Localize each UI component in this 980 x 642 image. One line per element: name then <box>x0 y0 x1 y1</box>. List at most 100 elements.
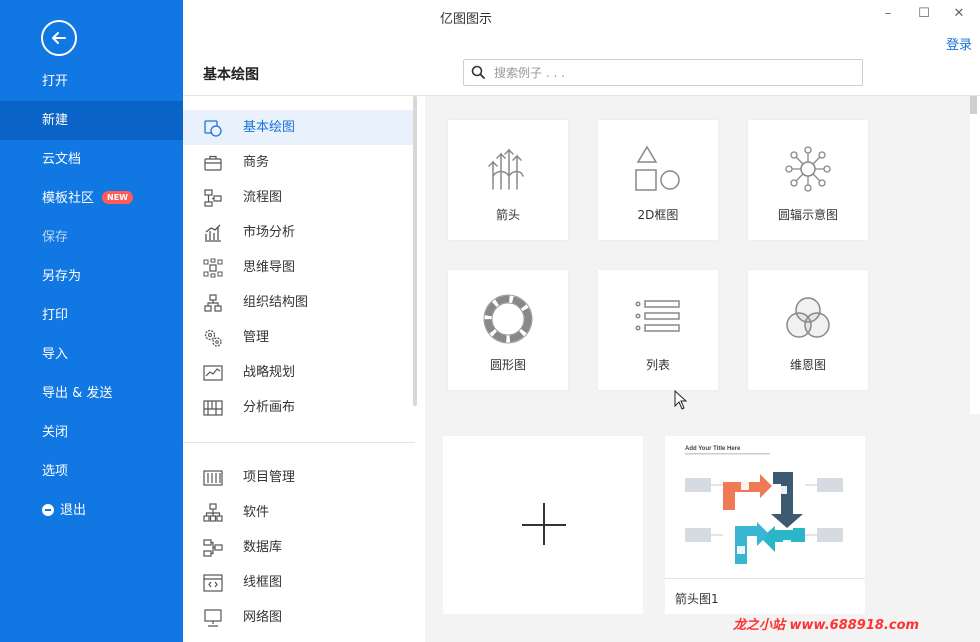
sidebar-item-print[interactable]: 打印 <box>0 296 183 335</box>
category-basic-drawing[interactable]: 基本绘图 <box>183 110 413 145</box>
sidebar-menu: 打开 新建 云文档 模板社区 NEW 保存 另存为 打印 导入 导出 & 发送 关… <box>0 62 183 530</box>
2d-shapes-icon <box>635 145 680 191</box>
template-thumbnail: Add Your Title Here <box>685 446 843 564</box>
category-label: 数据库 <box>243 540 283 555</box>
sidebar-item-options[interactable]: 选项 <box>0 452 183 491</box>
sidebar-item-import[interactable]: 导入 <box>0 335 183 374</box>
network-icon <box>204 609 222 627</box>
window-title: 亿图图示 <box>440 12 493 27</box>
exit-icon <box>42 503 54 516</box>
search-input[interactable] <box>494 63 854 83</box>
sidebar-item-label: 打印 <box>42 308 69 323</box>
bar-chart-icon <box>205 224 221 242</box>
sidebar-item-label: 导出 & 发送 <box>42 386 113 401</box>
watermark: 龙之小站 www.688918.com <box>733 618 920 633</box>
sidebar-item-template-community[interactable]: 模板社区 NEW <box>0 179 183 218</box>
sidebar-item-cloud[interactable]: 云文档 <box>0 140 183 179</box>
search-icon <box>471 65 485 79</box>
template-label: 列表 <box>645 358 670 372</box>
sidebar-item-label: 模板社区 <box>42 191 95 206</box>
template-venn[interactable]: 维恩图 <box>748 270 868 390</box>
gantt-icon <box>203 470 223 486</box>
category-mindmap[interactable]: 思维导图 <box>183 250 413 285</box>
category-label: 项目管理 <box>243 470 296 485</box>
sidebar-item-exit[interactable]: 退出 <box>0 491 183 530</box>
back-button[interactable] <box>41 20 77 56</box>
category-label: 软件 <box>243 505 270 520</box>
category-header: 基本绘图 <box>203 67 259 83</box>
gallery-scrollbar[interactable] <box>970 96 977 114</box>
category-label: 线框图 <box>243 575 283 590</box>
template-circle-diagram[interactable]: 圆形图 <box>448 270 568 390</box>
sidebar-item-save[interactable]: 保存 <box>0 218 183 257</box>
category-label: 组织结构图 <box>243 295 309 310</box>
template-arrows[interactable]: 箭头 <box>448 120 568 240</box>
sidebar-item-label: 新建 <box>42 113 69 128</box>
category-divider <box>183 442 415 443</box>
category-org-chart[interactable]: 组织结构图 <box>183 285 413 320</box>
briefcase-icon <box>204 155 222 171</box>
sidebar-item-label: 云文档 <box>42 152 82 167</box>
sidebar-item-label: 导入 <box>42 347 69 362</box>
category-project-management[interactable]: 项目管理 <box>183 460 413 495</box>
circle-diagram-icon <box>483 294 533 344</box>
category-management[interactable]: 管理 <box>183 320 413 355</box>
category-label: 分析画布 <box>243 400 296 415</box>
sidebar-item-label: 保存 <box>42 230 69 245</box>
sidebar-item-close[interactable]: 关闭 <box>0 413 183 452</box>
template-label: 维恩图 <box>789 358 826 372</box>
category-label: 管理 <box>243 330 270 345</box>
recent-template-card[interactable]: Add Your Title Here 箭头图1 <box>665 436 865 614</box>
sidebar-item-new[interactable]: 新建 <box>0 101 183 140</box>
category-database[interactable]: 数据库 <box>183 530 413 565</box>
category-business[interactable]: 商务 <box>183 145 413 180</box>
category-label: 市场分析 <box>243 225 296 240</box>
category-scrollbar[interactable] <box>413 96 417 406</box>
list-icon <box>635 300 680 332</box>
venn-icon <box>786 297 830 338</box>
category-strategy[interactable]: 战略规划 <box>183 355 413 390</box>
sidebar-item-label: 另存为 <box>42 269 82 284</box>
radial-icon <box>785 146 831 192</box>
category-list: 基本绘图 商务 流程图 市场分析 思维导图 组织结构图 管理 战略规划 分析画布… <box>183 110 415 635</box>
sidebar-item-export-send[interactable]: 导出 & 发送 <box>0 374 183 413</box>
recent-template-name: 箭头图1 <box>675 592 719 606</box>
template-radial[interactable]: 圆辐示意图 <box>748 120 868 240</box>
sidebar-item-save-as[interactable]: 另存为 <box>0 257 183 296</box>
sidebar-item-open[interactable]: 打开 <box>0 62 183 101</box>
category-market-analysis[interactable]: 市场分析 <box>183 215 413 250</box>
sidebar: 打开 新建 云文档 模板社区 NEW 保存 另存为 打印 导入 导出 & 发送 关… <box>0 0 183 642</box>
database-icon <box>203 539 223 557</box>
flowchart-icon <box>204 189 222 207</box>
sidebar-item-label: 关闭 <box>42 425 69 440</box>
template-label: 圆形图 <box>489 358 526 372</box>
category-wireframe[interactable]: 线框图 <box>183 565 413 600</box>
category-label: 流程图 <box>243 190 283 205</box>
maximize-button[interactable]: ☐ <box>916 6 932 21</box>
category-software[interactable]: 软件 <box>183 495 413 530</box>
template-label: 2D框图 <box>637 208 679 222</box>
mindmap-icon <box>203 258 223 278</box>
sidebar-item-label: 退出 <box>60 503 87 518</box>
template-2d-shapes[interactable]: 2D框图 <box>598 120 718 240</box>
arrows-icon <box>488 148 524 190</box>
org-chart-icon <box>204 294 222 312</box>
arrow-left-icon <box>52 32 66 44</box>
mouse-cursor-icon <box>674 390 688 410</box>
category-label: 商务 <box>243 155 270 170</box>
canvas-icon <box>203 400 223 416</box>
shapes-icon <box>204 120 222 137</box>
template-list[interactable]: 列表 <box>598 270 718 390</box>
category-analysis-canvas[interactable]: 分析画布 <box>183 390 413 425</box>
category-flowchart[interactable]: 流程图 <box>183 180 413 215</box>
category-network[interactable]: 网络图 <box>183 600 413 635</box>
close-button[interactable]: ✕ <box>951 6 967 21</box>
minimize-button[interactable]: – <box>880 6 896 21</box>
software-icon <box>203 503 223 522</box>
wireframe-icon <box>203 574 223 592</box>
login-link[interactable]: 登录 <box>946 34 972 53</box>
template-label: 圆辐示意图 <box>777 208 838 222</box>
sidebar-item-label: 选项 <box>42 464 69 479</box>
sidebar-item-label: 打开 <box>42 74 69 89</box>
card-divider <box>665 578 865 579</box>
